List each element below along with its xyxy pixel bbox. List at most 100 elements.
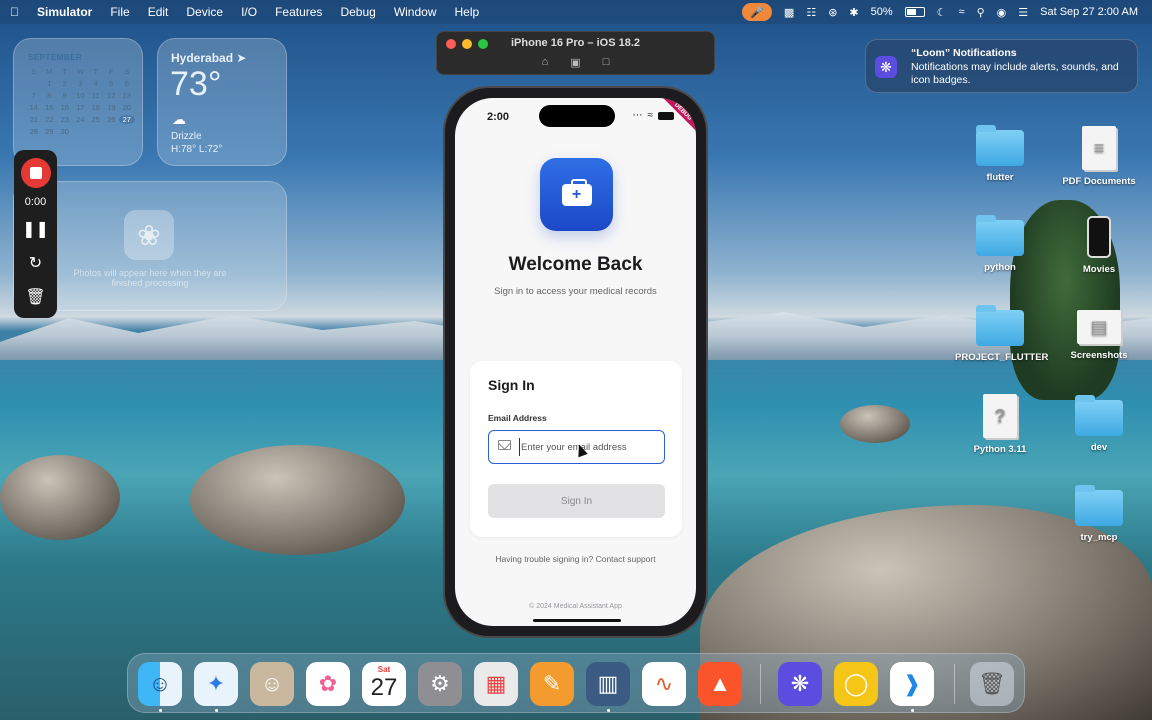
mail-icon [498,440,511,450]
simulator-title: iPhone 16 Pro – iOS 18.2 [511,37,640,49]
trash-icon[interactable]: 🗑 [970,662,1014,706]
menu-clock[interactable]: Sat Sep 27 2:00 AM [1040,6,1138,18]
bluetooth-icon[interactable]: ✱ [849,6,858,19]
calendar-day: 7 [31,91,36,100]
home-icon[interactable]: ⌂ [542,56,549,69]
calendar-day: 1 [47,79,52,88]
calendar-day: 13 [122,91,131,100]
menu-app-name[interactable]: Simulator [37,5,92,19]
cellular-icon: ⋯ [632,110,643,121]
calendar-day: 4 [93,79,98,88]
lightbulb-icon[interactable]: ◯ [834,662,878,706]
calendar-app-icon[interactable]: Sat 27 [362,662,406,706]
stop-recording-button[interactable] [20,158,51,188]
menu-io[interactable]: I/O [241,5,257,19]
apple-menu-icon[interactable]:  [10,5,19,19]
simulator-icon[interactable]: ▥ [586,662,630,706]
weather-condition: Drizzle [171,131,202,142]
wallpaper-rock [840,405,910,443]
pages-icon[interactable]: ✎ [530,662,574,706]
freeform-icon[interactable]: ∿ [642,662,686,706]
desktop-file-pdf-documents[interactable]: ≡ PDF Documents [1054,126,1144,187]
signin-button[interactable]: Sign In [488,484,665,518]
loom-app-icon[interactable]: ❋ [778,662,822,706]
weather-widget[interactable]: Hyderabad ➤ 73° ☁ Drizzle H:78° L:72° [157,38,287,166]
calendar-day: 30 [60,127,69,136]
copyright: © 2024 Medical Assistant App [529,603,622,610]
rain-cloud-icon: ☁ [172,111,186,127]
menu-debug[interactable]: Debug [340,5,375,19]
focus-moon-icon[interactable]: ☾ [937,6,947,19]
running-indicator [911,709,914,712]
screen-share-icon[interactable]: ▩ [784,6,794,19]
contacts-icon[interactable]: ☺ [250,662,294,706]
menu-file[interactable]: File [110,5,129,19]
menu-window[interactable]: Window [394,5,437,19]
calendar-weekday: T [93,67,99,76]
grid-icon[interactable]: ☷ [806,6,816,19]
desktop-folder-screenshots[interactable]: ▤ Screenshots [1054,310,1144,361]
calendar-day: 17 [76,103,85,112]
folder-icon [1075,485,1123,526]
email-input[interactable] [519,438,659,456]
launchpad-icon[interactable]: ▦ [474,662,518,706]
rotate-icon[interactable]: □ [603,56,610,69]
wallpaper-rock [190,445,405,555]
desktop-file-movies[interactable]: Movies [1054,216,1144,275]
photos-message: Photos will appear here when they are fi… [73,268,227,288]
menu-help[interactable]: Help [455,5,480,19]
brave-icon[interactable]: ▲ [698,662,742,706]
simulator-tools: ⌂ ▣ □ [437,56,714,69]
desktop-file-python-311[interactable]: ? Python 3.11 [955,394,1045,455]
loom-notification[interactable]: ❋ “Loom” Notifications Notifications may… [865,39,1138,93]
calendar-day: 22 [45,115,54,124]
menu-features[interactable]: Features [275,5,322,19]
calendar-app-month: Sat [377,665,391,674]
menu-bar:  Simulator File Edit Device I/O Feature… [0,0,1152,24]
restart-icon[interactable]: ↻ [29,250,42,276]
desktop-folder-flutter[interactable]: flutter [955,125,1045,183]
folder-icon [1075,395,1123,436]
control-center-icon[interactable]: ☰ [1018,6,1028,19]
desktop-folder-dev[interactable]: dev [1054,395,1144,453]
desktop-icon-label: Python 3.11 [973,444,1027,455]
wifi-icon[interactable]: ≈ [959,6,965,18]
vscode-icon[interactable]: ❱ [890,662,934,706]
menu-device[interactable]: Device [186,5,223,19]
menu-edit[interactable]: Edit [148,5,169,19]
desktop-folder-python[interactable]: python [955,215,1045,273]
calendar-day: 3 [78,79,83,88]
loom-recorder: 0:00 ❚❚ ↻ 🗑 [14,150,57,318]
trash-icon[interactable]: 🗑 [25,284,45,310]
pause-icon[interactable]: ❚❚ [22,216,49,242]
siri-icon[interactable]: ◉ [997,6,1007,19]
email-label: Email Address [488,413,547,423]
desktop-folder-try-mcp[interactable]: try_mcp [1054,485,1144,543]
search-icon[interactable]: ⚲ [977,6,985,19]
airdrop-icon[interactable]: ⊛ [828,6,837,19]
photos-app-icon: ❀ [124,210,174,260]
contact-support-link[interactable]: Having trouble signing in? Contact suppo… [455,554,696,564]
finder-icon[interactable]: ☺ [138,662,182,706]
calendar-day: 19 [107,103,116,112]
calendar-widget[interactable]: SEPTEMBER S M T W T F S 1 2 3 4 5 6 7 8 9 10 11 12 13 14 15 16… [13,38,143,166]
safari-icon[interactable]: ✦ [194,662,238,706]
menu-extras: 🎤 ▩ ☷ ⊛ ✱ 50% ☾ ≈ ⚲ ◉ ☰ Sat Sep 27 2:00 … [741,0,1138,24]
calendar-day: 25 [91,115,100,124]
battery-icon[interactable] [904,7,925,17]
running-indicator [215,709,218,712]
desktop-icon-label: Movies [1082,264,1116,275]
wifi-icon: ≈ [647,110,654,121]
loom-icon: ❋ [875,56,897,78]
desktop-icon-label: flutter [986,172,1014,183]
photos-icon[interactable]: ✿ [306,662,350,706]
system-settings-icon[interactable]: ⚙ [418,662,462,706]
home-indicator[interactable] [533,619,621,622]
desktop-folder-project-flutter[interactable]: PROJECT_FLUTTER [955,305,1048,363]
calendar-day: 26 [107,115,116,124]
calendar-day: 12 [107,91,116,100]
notification-body: Notifications may include alerts, sounds… [911,61,1119,86]
screenshot-icon[interactable]: ▣ [570,56,580,69]
calendar-app-day: 27 [370,674,398,701]
microphone-icon[interactable]: 🎤 [741,3,772,21]
